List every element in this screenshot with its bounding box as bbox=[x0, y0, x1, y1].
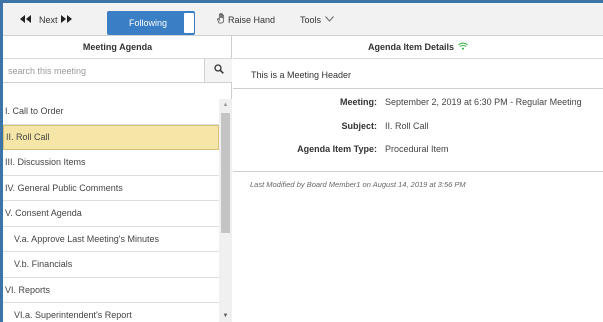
wifi-icon bbox=[458, 42, 468, 52]
agenda-subitem[interactable]: V.b. Financials bbox=[3, 252, 219, 278]
divider bbox=[233, 171, 603, 172]
details-panel: Agenda Item Details This is a Meeting He… bbox=[233, 36, 603, 322]
hand-icon bbox=[216, 12, 226, 27]
agenda-item[interactable]: VI. Reports bbox=[3, 278, 219, 303]
raise-hand-label: Raise Hand bbox=[228, 14, 276, 25]
agenda-item-selected[interactable]: II. Roll Call bbox=[3, 124, 219, 150]
following-button[interactable]: Following bbox=[107, 11, 195, 35]
previous-button[interactable] bbox=[14, 11, 36, 28]
detail-label: Subject: bbox=[341, 121, 377, 131]
details-panel-title: Agenda Item Details bbox=[367, 42, 455, 52]
search-icon bbox=[213, 64, 224, 77]
agenda-list: I. Call to Order II. Roll Call III. Disc… bbox=[3, 99, 219, 322]
agenda-search bbox=[3, 59, 232, 83]
scroll-down-arrow-icon[interactable]: ▼ bbox=[219, 310, 232, 322]
agenda-item[interactable]: I. Call to Order bbox=[3, 99, 219, 125]
detail-value: September 2, 2019 at 6:30 PM - Regular M… bbox=[385, 97, 582, 107]
agenda-item[interactable]: III. Discussion Items bbox=[3, 150, 219, 176]
agenda-scrollbar[interactable]: ▲ ▼ bbox=[219, 99, 232, 322]
agenda-item[interactable]: V. Consent Agenda bbox=[3, 201, 219, 227]
meeting-header: This is a Meeting Header bbox=[251, 70, 352, 80]
agenda-item[interactable]: IV. General Public Comments bbox=[3, 176, 219, 201]
toolbar: Next Following Raise Hand Tools bbox=[3, 3, 603, 36]
chevron-down-icon bbox=[325, 15, 334, 24]
detail-label: Meeting: bbox=[340, 97, 377, 107]
next-button-label: Next bbox=[39, 14, 58, 25]
double-arrow-left-icon bbox=[19, 14, 31, 25]
detail-row-subject: Subject: II. Roll Call bbox=[233, 121, 603, 135]
scroll-up-arrow-icon[interactable]: ▲ bbox=[219, 99, 232, 111]
divider bbox=[233, 88, 603, 89]
details-panel-header: Agenda Item Details bbox=[233, 36, 603, 59]
detail-row-meeting: Meeting: September 2, 2019 at 6:30 PM - … bbox=[233, 97, 603, 111]
scrollbar-thumb[interactable] bbox=[221, 113, 230, 233]
last-modified-note: Last Modified by Board Member1 on August… bbox=[250, 180, 466, 189]
search-button[interactable] bbox=[205, 59, 232, 82]
detail-value: II. Roll Call bbox=[385, 121, 429, 131]
search-input[interactable] bbox=[3, 59, 205, 82]
raise-hand-button[interactable]: Raise Hand bbox=[216, 11, 291, 28]
following-toggle[interactable] bbox=[183, 12, 195, 34]
agenda-panel-title: Meeting Agenda bbox=[3, 36, 232, 59]
agenda-subitem[interactable]: V.a. Approve Last Meeting's Minutes bbox=[3, 227, 219, 252]
tools-label: Tools bbox=[300, 14, 322, 25]
agenda-panel: Meeting Agenda I. Call to Order II. Roll… bbox=[3, 36, 232, 322]
next-button[interactable]: Next bbox=[39, 11, 93, 28]
double-arrow-right-icon bbox=[60, 14, 72, 25]
detail-label: Agenda Item Type: bbox=[297, 144, 377, 154]
tools-menu-button[interactable]: Tools bbox=[300, 11, 345, 28]
following-button-label: Following bbox=[128, 18, 168, 28]
agenda-subitem[interactable]: VI.a. Superintendent's Report bbox=[3, 303, 219, 322]
detail-row-item-type: Agenda Item Type: Procedural Item bbox=[233, 144, 603, 158]
detail-value: Procedural Item bbox=[385, 144, 449, 154]
